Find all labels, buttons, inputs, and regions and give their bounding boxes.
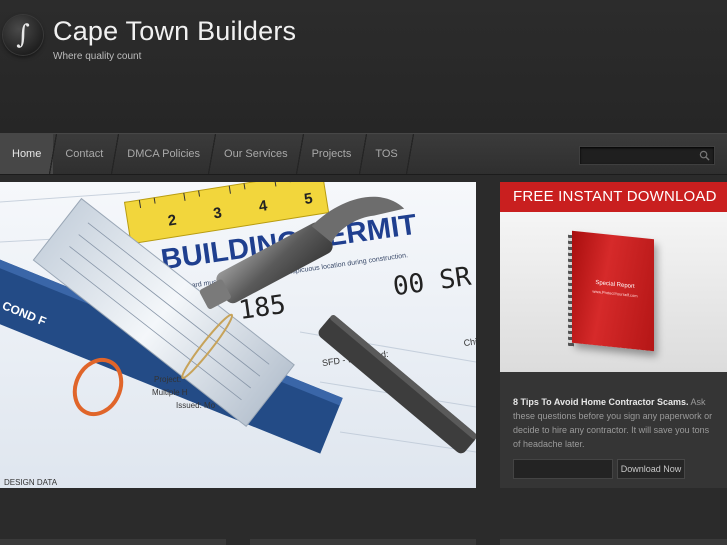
nav-menu: Home Contact DMCA Policies Our Services Proj…	[0, 134, 415, 174]
permit-detail: Chief	[463, 335, 476, 348]
nav-item-home[interactable]: Home	[0, 134, 58, 174]
content-box-top	[0, 539, 226, 545]
search-box[interactable]	[579, 146, 715, 166]
main-navigation: Home Contact DMCA Policies Our Services Proj…	[0, 133, 727, 175]
search-icon[interactable]	[699, 150, 710, 161]
download-now-button[interactable]: Download Now	[617, 459, 685, 479]
permit-detail: Issued: Mo	[176, 401, 216, 410]
email-field[interactable]	[514, 461, 616, 479]
site-title[interactable]: Cape Town Builders	[53, 16, 296, 47]
permit-detail: Multiple H	[152, 388, 188, 397]
plan-label: DESIGN DATA	[4, 478, 58, 487]
nav-item-tos[interactable]: TOS	[363, 134, 415, 174]
site-header: ∫ Cape Town Builders Where quality count	[0, 0, 727, 133]
ebook-cover-image: Special Report www.ProtectYourself.com	[500, 212, 727, 372]
hero-image: 2 3 4 5 BUILDING PERMIT This card must b…	[0, 182, 476, 488]
permit-detail: Project:	[154, 375, 181, 384]
content-box-top	[250, 539, 476, 545]
promo-banner: FREE INSTANT DOWNLOAD	[500, 182, 727, 212]
nav-item-projects[interactable]: Projects	[300, 134, 368, 174]
promo-headline: 8 Tips To Avoid Home Contractor Scams.	[513, 397, 689, 407]
site-tagline: Where quality count	[53, 51, 142, 62]
search-input[interactable]	[580, 149, 698, 166]
nav-item-contact[interactable]: Contact	[53, 134, 120, 174]
nav-item-dmca-policies[interactable]: DMCA Policies	[115, 134, 216, 174]
download-sidebar: FREE INSTANT DOWNLOAD Special Report www…	[500, 182, 727, 488]
email-field-wrapper[interactable]	[513, 459, 616, 479]
promo-description: 8 Tips To Avoid Home Contractor Scams. A…	[513, 395, 718, 451]
nav-item-our-services[interactable]: Our Services	[212, 134, 304, 174]
site-logo[interactable]: ∫	[3, 15, 43, 55]
content-box-top	[500, 539, 727, 545]
